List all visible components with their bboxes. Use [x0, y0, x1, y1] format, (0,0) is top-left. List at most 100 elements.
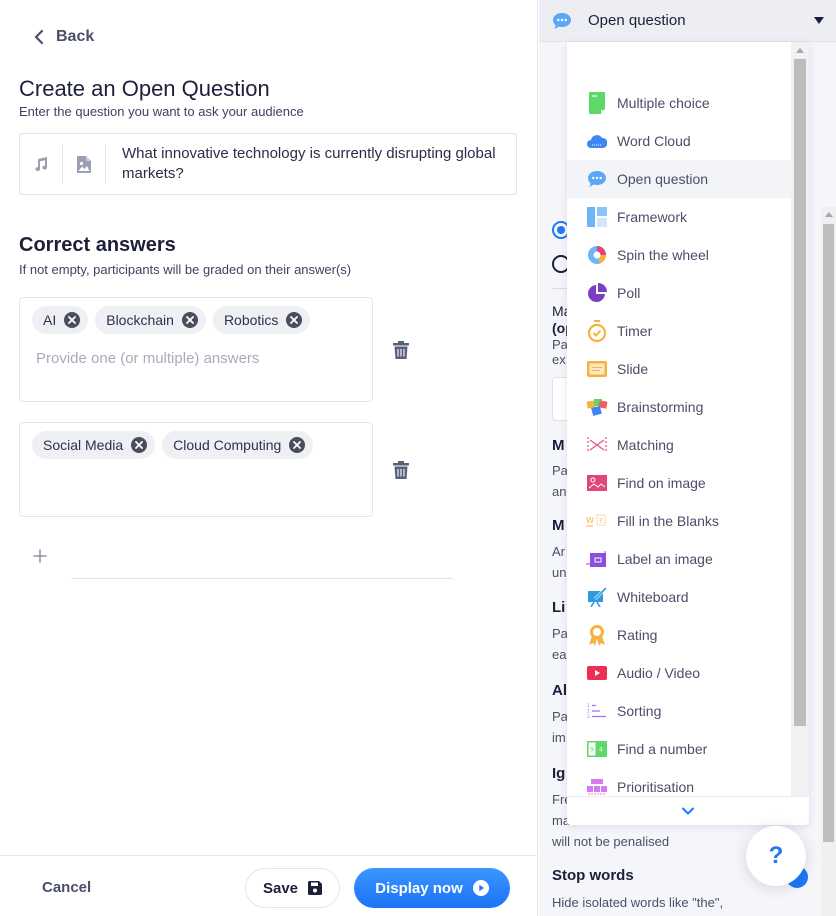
question-type-option[interactable]: Multiple choice — [567, 84, 791, 122]
question-type-option-label: Timer — [617, 323, 653, 339]
question-type-select[interactable]: Open question — [539, 0, 836, 42]
moderation-heading: M — [552, 517, 565, 534]
question-type-option-label: Word Cloud — [617, 133, 691, 149]
label-image-icon — [586, 548, 608, 570]
question-type-option[interactable]: Audio / Video — [567, 654, 791, 692]
question-type-option-label: Matching — [617, 437, 674, 453]
question-type-option-label: Framework — [617, 209, 688, 225]
question-type-option[interactable]: Poll — [567, 274, 791, 312]
remove-chip-button[interactable] — [286, 312, 303, 328]
sorting-icon: 1. 2. 3. — [586, 700, 608, 722]
ignore-errors-heading: Ig — [552, 765, 566, 782]
dropdown-scroll-up[interactable] — [791, 42, 809, 58]
question-type-option[interactable]: Matching — [567, 426, 791, 464]
find-number-icon: 94 — [586, 738, 608, 760]
fill-blanks-icon: W? — [586, 510, 608, 532]
close-icon — [290, 316, 299, 324]
audio-video-icon — [586, 662, 608, 684]
question-type-option-label: Label an image — [617, 551, 713, 567]
question-text-input[interactable]: What innovative technology is currently … — [106, 134, 516, 194]
delete-answer-group-button[interactable] — [393, 461, 409, 479]
play-circle-icon — [472, 880, 489, 896]
correct-answers-heading: Correct answers — [19, 234, 176, 256]
back-button[interactable]: Back — [34, 28, 94, 46]
remove-chip-button[interactable] — [64, 312, 81, 328]
chevron-down-icon — [682, 807, 694, 815]
caret-up-icon — [824, 212, 833, 217]
question-type-option-label: Spin the wheel — [617, 247, 709, 263]
remove-chip-button[interactable] — [181, 312, 198, 328]
question-type-option-label: Poll — [617, 285, 641, 301]
brainstorming-icon — [586, 396, 608, 418]
multiple-choice-icon — [586, 92, 608, 114]
answer-input[interactable] — [36, 350, 356, 367]
add-answer-divider — [71, 578, 453, 579]
question-type-option-label: Multiple choice — [617, 95, 710, 111]
question-type-option-label: Slide — [617, 361, 649, 377]
delete-answer-group-button[interactable] — [393, 341, 409, 359]
question-type-option[interactable]: Framework — [567, 198, 791, 236]
answer-input[interactable] — [36, 475, 356, 492]
svg-text:W: W — [586, 516, 594, 525]
answer-chip-label: Cloud Computing — [173, 437, 282, 453]
caret-up-icon — [796, 47, 804, 53]
dropdown-scroll-more-button[interactable] — [567, 796, 809, 825]
add-answer-group-button[interactable] — [33, 549, 47, 563]
page-subtitle: Enter the question you want to ask your … — [19, 104, 304, 119]
question-input-box: What innovative technology is currently … — [19, 133, 517, 195]
multiple-answers-heading: M — [552, 437, 565, 454]
answer-chip: Cloud Computing — [162, 431, 314, 459]
remove-chip-button[interactable] — [289, 437, 306, 453]
question-type-dropdown: Multiple choice Word Cloud Open question Fr… — [567, 42, 809, 825]
question-type-option[interactable]: Word Cloud — [567, 122, 791, 160]
settings-scrollbar[interactable] — [821, 207, 836, 916]
question-type-option-label: Prioritisation — [617, 779, 695, 795]
matching-icon — [586, 434, 608, 456]
question-type-option[interactable]: Spin the wheel — [567, 236, 791, 274]
answer-chip: AI — [32, 306, 89, 334]
question-type-option[interactable]: Open question — [567, 160, 791, 198]
save-button[interactable]: Save — [245, 868, 340, 908]
question-type-option[interactable]: 1. 2. 3. Sorting — [567, 692, 791, 730]
question-type-option[interactable]: 9 4 Find a number — [567, 730, 791, 768]
cancel-button[interactable]: Cancel — [42, 879, 91, 896]
spin-wheel-icon — [586, 244, 608, 266]
question-type-option[interactable]: Brainstorming — [567, 388, 791, 426]
question-type-option[interactable]: Whiteboard — [567, 578, 791, 616]
question-type-option[interactable]: Slide — [567, 350, 791, 388]
question-type-option[interactable]: Prioritisation — [567, 768, 791, 796]
help-button[interactable]: ? — [746, 826, 806, 886]
dropdown-scrollbar-thumb[interactable] — [794, 59, 806, 726]
svg-text:3.: 3. — [587, 714, 591, 719]
question-type-option[interactable]: Find on image — [567, 464, 791, 502]
question-type-option[interactable]: Label an image — [567, 540, 791, 578]
page-title: Create an Open Question — [19, 76, 270, 101]
dropdown-scrollbar[interactable] — [791, 42, 809, 796]
image-file-icon — [77, 155, 91, 173]
add-audio-button[interactable] — [20, 134, 62, 194]
slide-icon — [586, 358, 608, 380]
display-now-label: Display now — [375, 879, 463, 897]
caret-down-icon — [814, 17, 824, 24]
find-on-image-icon — [586, 472, 608, 494]
remove-chip-button[interactable] — [131, 437, 148, 453]
stop-words-desc: Hide isolated words like "the", — [552, 895, 724, 910]
question-type-option[interactable]: Rating — [567, 616, 791, 654]
add-image-button[interactable] — [63, 134, 105, 194]
framework-icon — [586, 206, 608, 228]
scroll-up-arrow[interactable] — [821, 207, 836, 222]
display-now-button[interactable]: Display now — [354, 868, 510, 908]
chevron-left-icon — [34, 30, 44, 44]
svg-text:?: ? — [599, 517, 603, 525]
question-type-option[interactable]: Timer — [567, 312, 791, 350]
question-type-option-label: Whiteboard — [617, 589, 689, 605]
allow-images-heading: Al — [552, 682, 567, 699]
rating-icon — [586, 624, 608, 646]
question-type-option[interactable]: W? Fill in the Blanks — [567, 502, 791, 540]
back-label: Back — [56, 28, 95, 45]
floppy-disk-icon — [308, 881, 323, 895]
answer-chip: Social Media — [32, 431, 156, 459]
stop-words-heading: Stop words — [552, 867, 634, 884]
scrollbar-thumb[interactable] — [823, 224, 834, 842]
close-icon — [135, 441, 144, 449]
